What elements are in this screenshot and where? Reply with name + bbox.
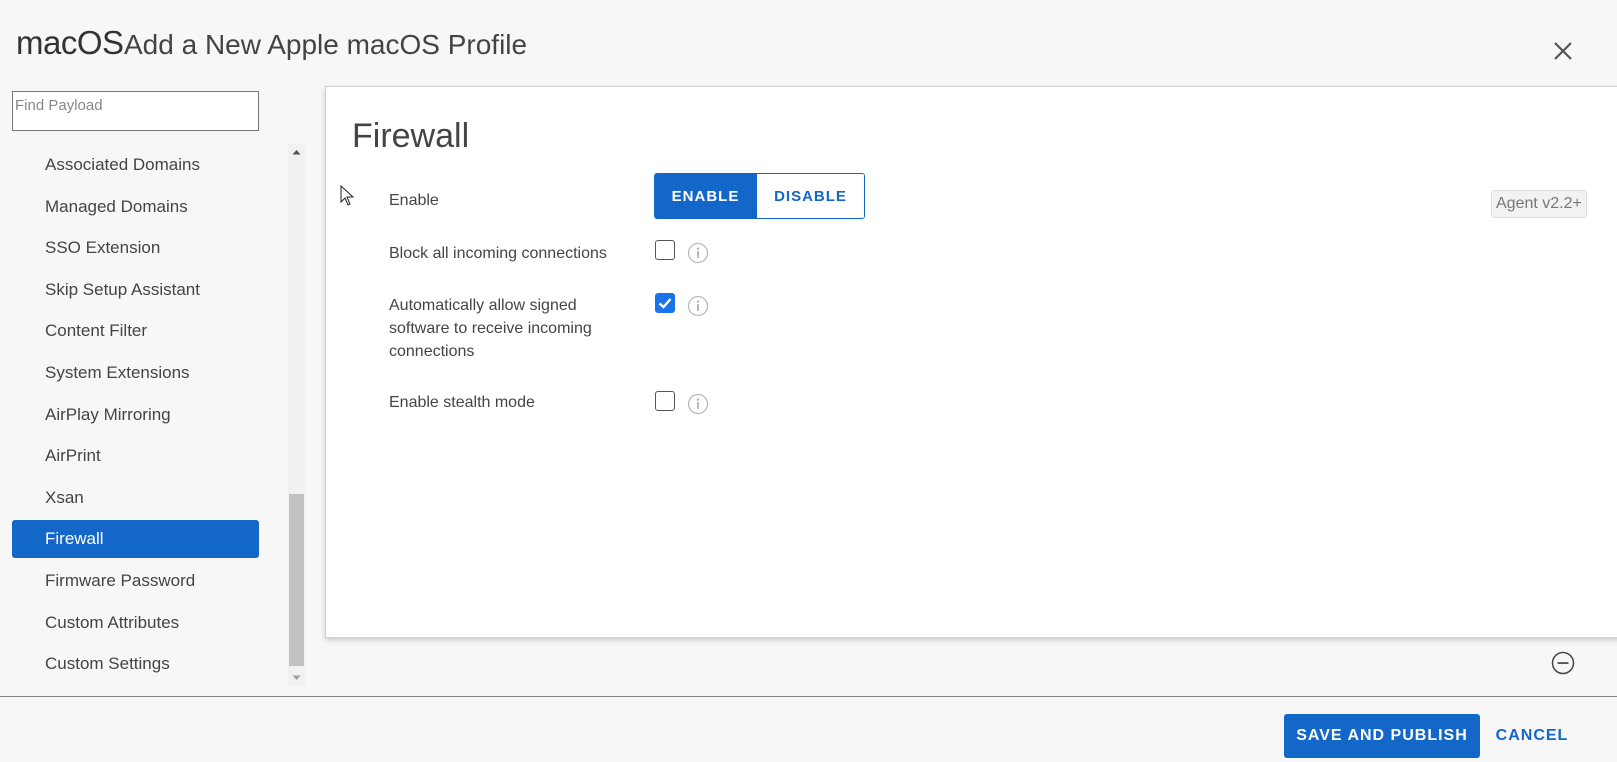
header: macOS Add a New Apple macOS Profile — [0, 0, 1617, 86]
agent-version-badge: Agent v2.2+ — [1491, 190, 1587, 218]
remove-payload-icon[interactable] — [1551, 651, 1575, 675]
find-payload-input[interactable] — [12, 91, 259, 131]
sidebar-item-associated-domains[interactable]: Associated Domains — [12, 146, 259, 184]
block-incoming-label: Block all incoming connections — [389, 245, 607, 262]
payload-list: Associated Domains Managed Domains SSO E… — [12, 146, 259, 690]
checkmark-icon — [658, 298, 672, 309]
block-incoming-checkbox[interactable] — [655, 240, 675, 260]
sidebar-item-managed-domains[interactable]: Managed Domains — [12, 188, 259, 226]
close-icon[interactable] — [1548, 36, 1578, 66]
scroll-thumb[interactable] — [289, 494, 304, 666]
footer: SAVE AND PUBLISH CANCEL — [0, 696, 1617, 762]
panel-title: Firewall — [352, 117, 470, 155]
scroll-down-arrow-icon[interactable] — [288, 669, 305, 686]
disable-button[interactable]: DISABLE — [756, 174, 864, 218]
info-icon[interactable] — [687, 242, 709, 264]
enable-toggle: ENABLE DISABLE — [654, 173, 865, 219]
enable-button[interactable]: ENABLE — [655, 174, 756, 218]
cancel-button[interactable]: CANCEL — [1488, 714, 1576, 758]
sidebar-item-system-extensions[interactable]: System Extensions — [12, 354, 259, 392]
sidebar-item-airprint[interactable]: AirPrint — [12, 437, 259, 475]
save-and-publish-button[interactable]: SAVE AND PUBLISH — [1284, 714, 1480, 758]
mouse-cursor-icon — [340, 184, 356, 207]
sidebar-item-custom-settings[interactable]: Custom Settings — [12, 645, 259, 683]
os-name: macOS — [16, 24, 124, 61]
enable-label: Enable — [389, 192, 439, 209]
stealth-mode-checkbox[interactable] — [655, 391, 675, 411]
sidebar-item-sso-extension[interactable]: SSO Extension — [12, 229, 259, 267]
info-icon[interactable] — [687, 393, 709, 415]
scroll-up-arrow-icon[interactable] — [288, 144, 305, 161]
sidebar-item-airplay-mirroring[interactable]: AirPlay Mirroring — [12, 396, 259, 434]
stealth-mode-label: Enable stealth mode — [389, 394, 535, 411]
sidebar-item-skip-setup-assistant[interactable]: Skip Setup Assistant — [12, 271, 259, 309]
sidebar-item-xsan[interactable]: Xsan — [12, 479, 259, 517]
sidebar-item-custom-attributes[interactable]: Custom Attributes — [12, 604, 259, 642]
page-title: Add a New Apple macOS Profile — [124, 29, 528, 60]
sidebar-item-firmware-password[interactable]: Firmware Password — [12, 562, 259, 600]
allow-signed-software-checkbox[interactable] — [655, 293, 675, 313]
sidebar-item-firewall[interactable]: Firewall — [12, 520, 259, 559]
sidebar-item-content-filter[interactable]: Content Filter — [12, 312, 259, 350]
sidebar-scrollbar[interactable] — [288, 144, 305, 686]
allow-signed-software-label: Automatically allow signed software to r… — [389, 297, 592, 360]
info-icon[interactable] — [687, 295, 709, 317]
firewall-panel: Firewall Enable ENABLE DISABLE Agent v2.… — [325, 86, 1617, 638]
